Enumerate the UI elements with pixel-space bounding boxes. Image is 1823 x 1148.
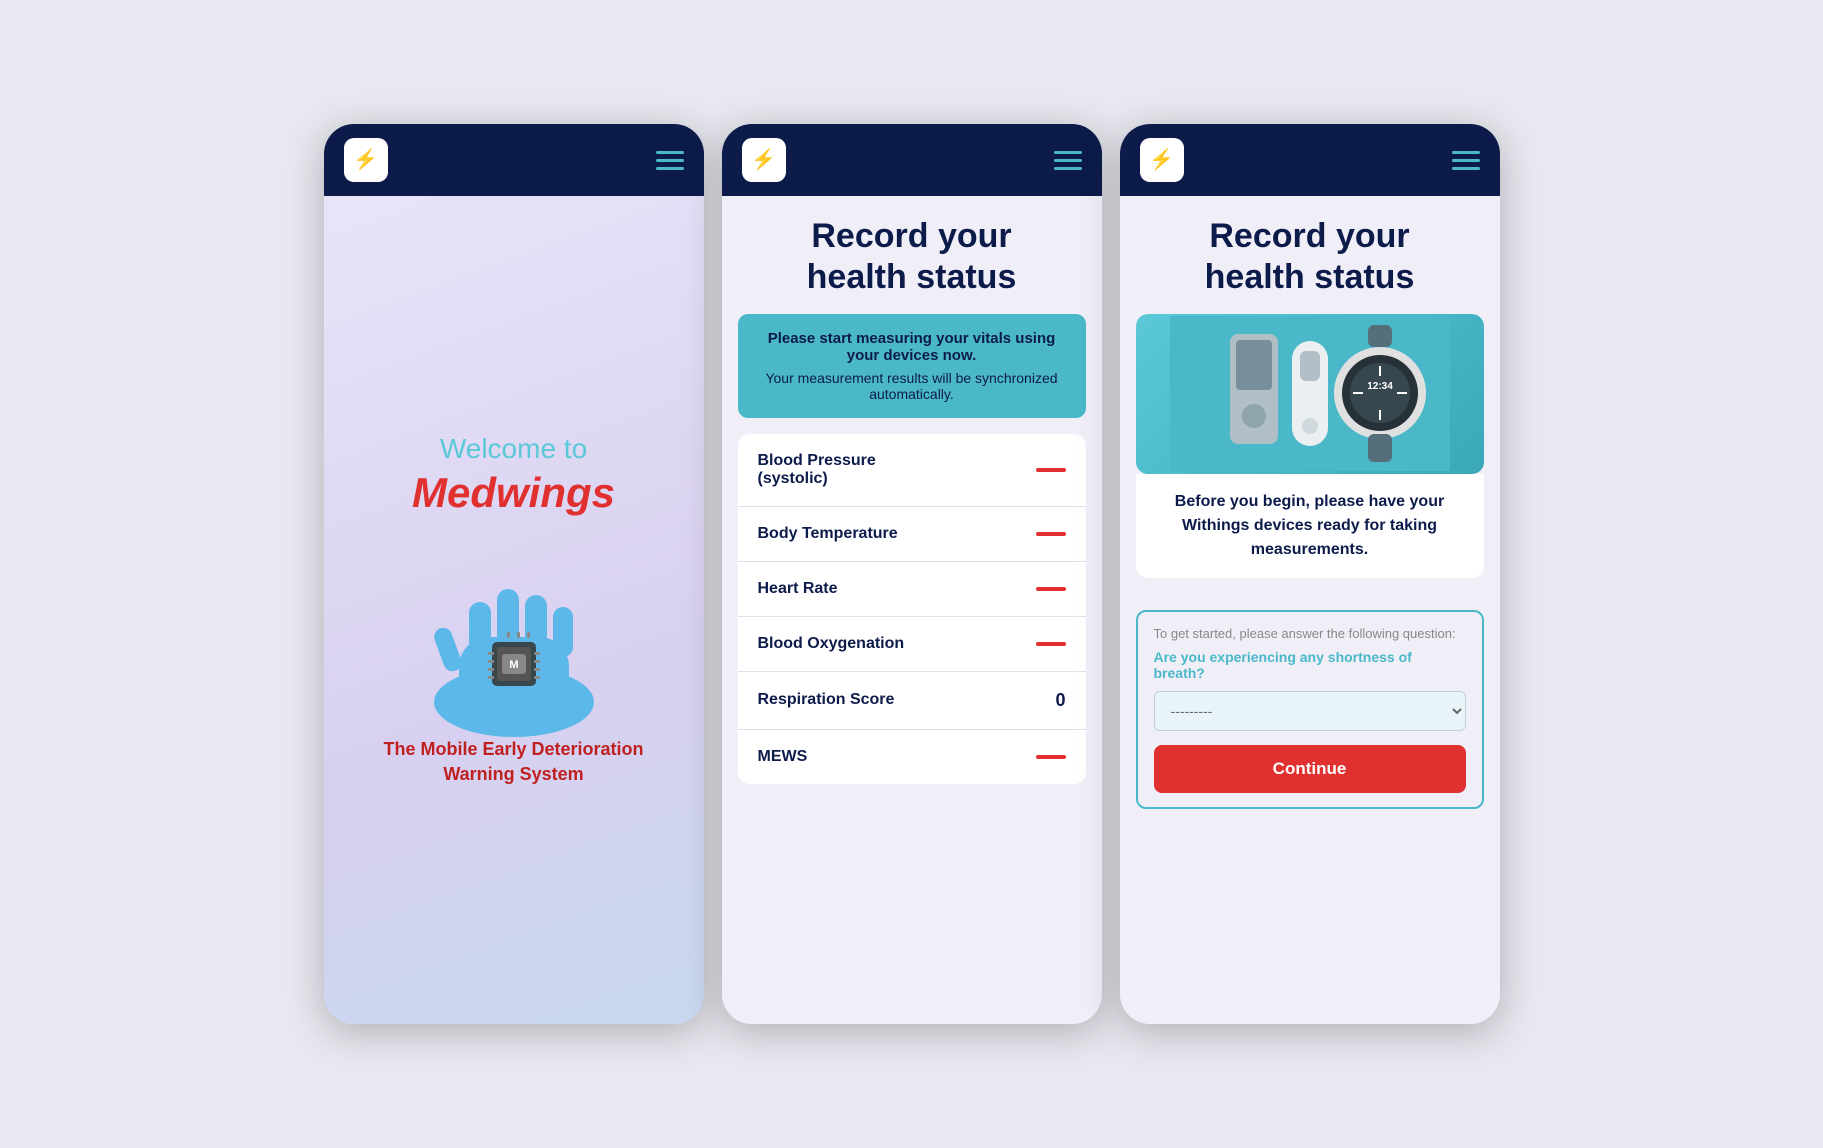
question-section: To get started, please answer the follow…	[1136, 610, 1484, 809]
hamburger-line	[1452, 167, 1480, 170]
continue-button[interactable]: Continue	[1154, 745, 1466, 793]
vital-row-resp: Respiration Score 0	[738, 672, 1086, 730]
vital-value-mews	[1036, 755, 1066, 759]
vital-value-temp	[1036, 532, 1066, 536]
ecg-icon-3: ⚡	[1149, 150, 1174, 170]
hamburger-menu-2[interactable]	[1054, 151, 1082, 170]
hamburger-line	[1054, 159, 1082, 162]
hamburger-line	[656, 159, 684, 162]
vitals-card: Blood Pressure(systolic) Body Temperatur…	[738, 434, 1086, 784]
phone-screen-2: ⚡ Record your health status Please start…	[722, 124, 1102, 1024]
vital-name-oxy: Blood Oxygenation	[758, 635, 905, 653]
vital-name-mews: MEWS	[758, 748, 808, 766]
app-name: Medwings	[412, 469, 615, 517]
header-3: ⚡	[1120, 124, 1500, 196]
vital-row-body-temp: Body Temperature	[738, 507, 1086, 562]
vital-row-blood-pressure: Blood Pressure(systolic)	[738, 434, 1086, 507]
header-1: ⚡	[324, 124, 704, 196]
screen1-body: Welcome to Medwings	[324, 196, 704, 1024]
svg-text:12:34: 12:34	[1367, 381, 1393, 392]
vital-value-hr	[1036, 587, 1066, 591]
info-box: Please start measuring your vitals using…	[738, 314, 1086, 418]
screen2-body: Record your health status Please start m…	[722, 196, 1102, 1024]
vital-name-hr: Heart Rate	[758, 580, 838, 598]
hamburger-line	[656, 167, 684, 170]
hamburger-line	[1452, 159, 1480, 162]
vital-row-mews: MEWS	[738, 730, 1086, 784]
ecg-icon-2: ⚡	[751, 150, 776, 170]
vital-row-blood-oxy: Blood Oxygenation	[738, 617, 1086, 672]
phone-screen-1: ⚡ Welcome to Medwings	[324, 124, 704, 1024]
devices-image: 12:34	[1136, 314, 1484, 474]
welcome-line1: Welcome to	[440, 433, 587, 465]
vital-name-resp: Respiration Score	[758, 691, 895, 709]
app-subtitle: The Mobile Early Deterioration Warning S…	[348, 737, 680, 787]
record-title-2: Record your health status	[738, 216, 1086, 298]
info-sub: Your measurement results will be synchro…	[758, 370, 1066, 402]
hamburger-menu-1[interactable]	[656, 151, 684, 170]
breath-select[interactable]: --------- Yes No	[1154, 691, 1466, 731]
hamburger-line	[1054, 167, 1082, 170]
vital-value-resp: 0	[1055, 690, 1065, 711]
logo-3: ⚡	[1140, 138, 1184, 182]
vital-name-temp: Body Temperature	[758, 525, 898, 543]
hamburger-line	[656, 151, 684, 154]
hamburger-line	[1054, 151, 1082, 154]
logo-1: ⚡	[344, 138, 388, 182]
vital-name-bp: Blood Pressure(systolic)	[758, 452, 876, 488]
record-title-3: Record your health status	[1136, 216, 1484, 298]
before-text: Before you begin, please have your Withi…	[1136, 474, 1484, 578]
svg-text:M: M	[509, 659, 518, 671]
vital-row-heart-rate: Heart Rate	[738, 562, 1086, 617]
question-prompt: To get started, please answer the follow…	[1154, 626, 1466, 641]
header-2: ⚡	[722, 124, 1102, 196]
devices-panel: 12:34 Before you begin, please have your…	[1136, 314, 1484, 594]
hamburger-menu-3[interactable]	[1452, 151, 1480, 170]
info-main: Please start measuring your vitals using…	[758, 330, 1066, 364]
screen3-body: Record your health status	[1120, 196, 1500, 1024]
logo-2: ⚡	[742, 138, 786, 182]
hamburger-line	[1452, 151, 1480, 154]
hand-illustration: M	[404, 547, 624, 737]
question-text: Are you experiencing any shortness of br…	[1154, 649, 1466, 681]
vital-value-bp	[1036, 468, 1066, 472]
phone-screen-3: ⚡ Record your health status	[1120, 124, 1500, 1024]
ecg-icon: ⚡	[353, 150, 378, 170]
vital-value-oxy	[1036, 642, 1066, 646]
